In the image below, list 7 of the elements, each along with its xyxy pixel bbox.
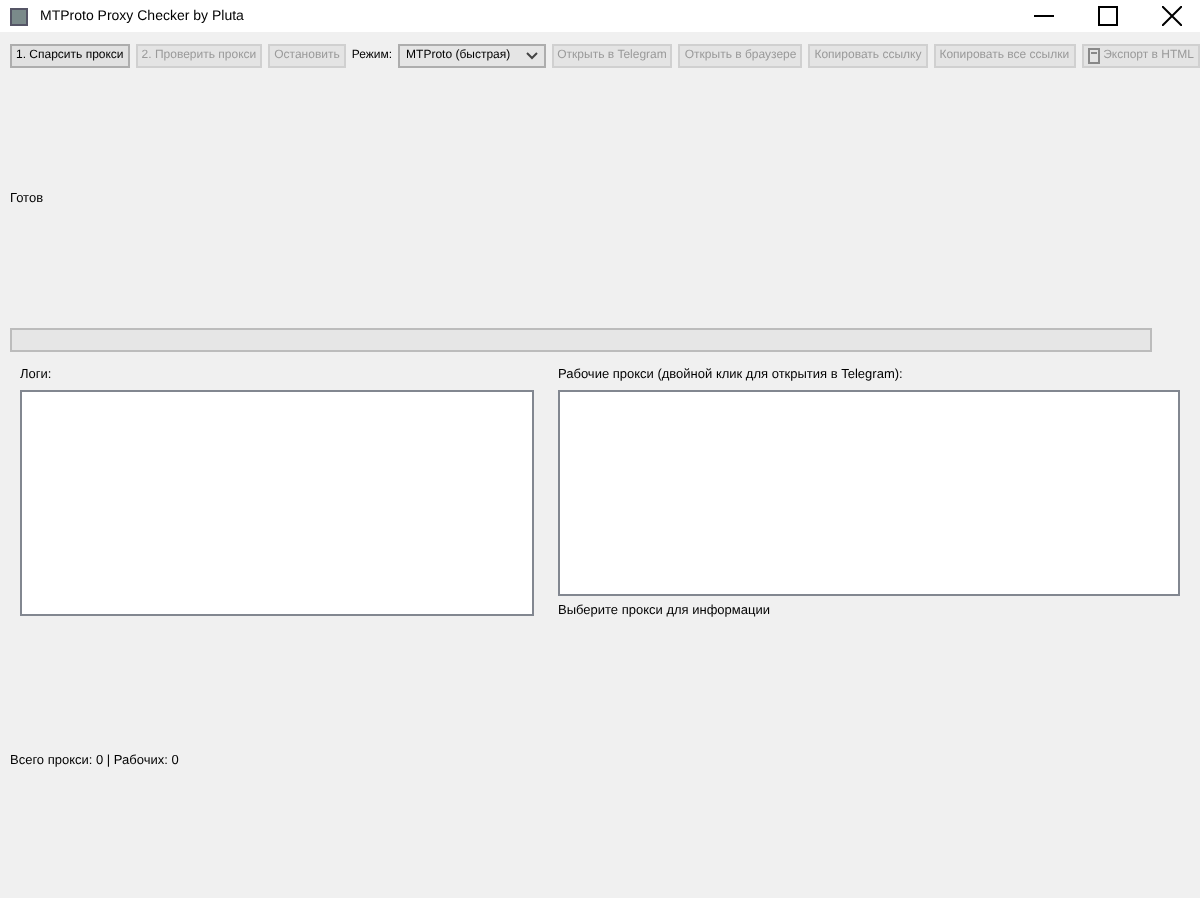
app-icon [10,7,28,25]
proxy-list[interactable] [558,390,1180,596]
file-icon [1087,48,1100,64]
maximize-icon[interactable] [1098,6,1118,26]
close-icon[interactable] [1162,6,1182,26]
caret-icon [525,52,538,60]
logs-area[interactable] [20,390,534,616]
